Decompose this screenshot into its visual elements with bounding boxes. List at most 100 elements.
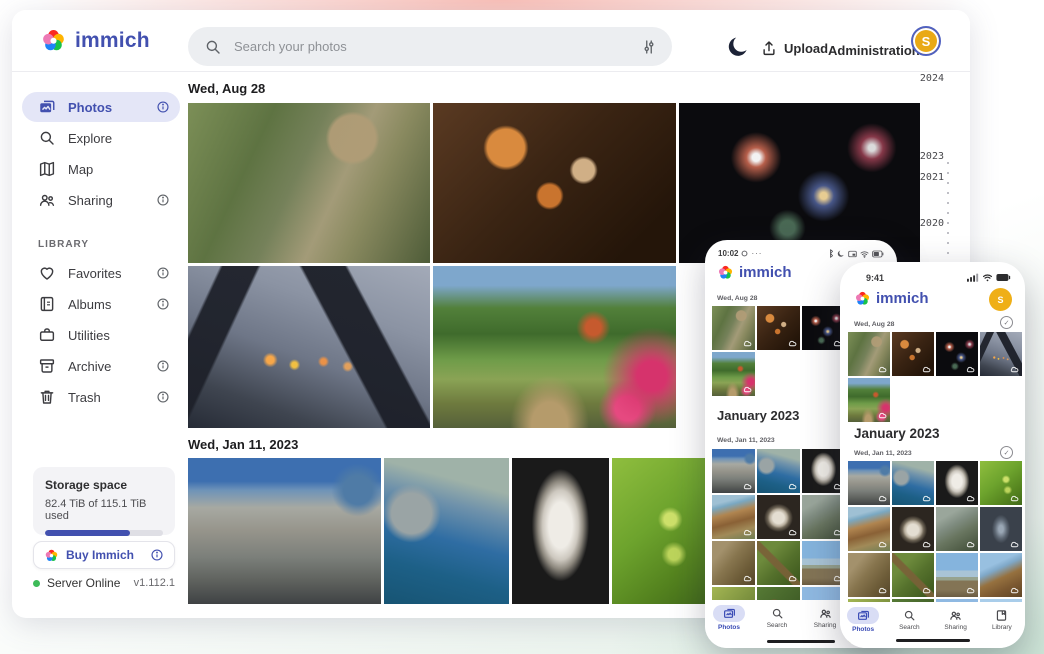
info-icon[interactable]: [156, 193, 170, 207]
photo-fireworks[interactable]: [936, 332, 978, 376]
nav-tab-photos[interactable]: Photos: [709, 605, 749, 631]
photo-catkins[interactable]: [612, 458, 706, 604]
user-avatar[interactable]: S: [989, 288, 1012, 311]
photo-fort[interactable]: [892, 461, 934, 505]
photo-zoo[interactable]: [712, 306, 755, 350]
sidebar-item-trash[interactable]: Trash: [22, 382, 180, 412]
photo-hands[interactable]: [188, 266, 430, 428]
cloud-backup-icon: [966, 586, 975, 595]
nav-tab-label: Sharing: [813, 622, 837, 629]
info-icon[interactable]: [156, 359, 170, 373]
info-icon[interactable]: [150, 548, 164, 562]
photo-row: [848, 378, 1022, 422]
sidebar-item-archive[interactable]: Archive: [22, 351, 180, 381]
photo-cliff[interactable]: [848, 507, 890, 551]
photo-tower[interactable]: [936, 553, 978, 597]
photo-ruins[interactable]: [802, 495, 845, 539]
utilities-icon: [39, 328, 55, 341]
photo-dinner[interactable]: [757, 306, 800, 350]
photo-path[interactable]: [433, 266, 676, 428]
scrubber-year[interactable]: 2020: [892, 218, 944, 229]
photo-zoo[interactable]: [848, 332, 890, 376]
scrubber-year[interactable]: 2024: [892, 73, 944, 84]
info-icon[interactable]: [156, 390, 170, 404]
sidebar-label: Albums: [68, 296, 112, 312]
immich-logo: immich: [717, 264, 792, 281]
select-all-check-icon[interactable]: ✓: [1000, 446, 1013, 459]
photo-lizards[interactable]: [712, 541, 755, 585]
scrubber-year[interactable]: 2023: [892, 151, 944, 162]
nav-tab-photos[interactable]: Photos: [843, 607, 883, 633]
nav-tab-library[interactable]: Library: [982, 607, 1022, 631]
administration-link[interactable]: Administration: [828, 43, 920, 58]
photo-rock[interactable]: [892, 507, 934, 551]
info-icon[interactable]: [156, 297, 170, 311]
date-group-header: Wed, Aug 28: [717, 295, 758, 302]
nav-tab-sharing[interactable]: Sharing: [805, 605, 845, 629]
photo-fireworks[interactable]: [679, 103, 920, 263]
sidebar-item-explore[interactable]: Explore: [22, 123, 180, 153]
photo-walls[interactable]: [712, 449, 755, 493]
sidebar-item-utilities[interactable]: Utilities: [22, 320, 180, 350]
sidebar-label: Explore: [68, 130, 113, 146]
cloud-backup-icon: [922, 494, 931, 503]
upload-button[interactable]: Upload: [760, 39, 828, 57]
photo-rock[interactable]: [757, 495, 800, 539]
photo-tower[interactable]: [802, 541, 845, 585]
nav-tab-label: Photos: [717, 624, 741, 631]
photo-fort[interactable]: [384, 458, 509, 604]
immich-logo[interactable]: immich: [40, 27, 150, 54]
buy-immich-button[interactable]: Buy Immich: [33, 541, 175, 569]
search-filter-icon[interactable]: [640, 38, 658, 56]
photos-icon: [40, 100, 55, 113]
photo-cliff[interactable]: [712, 495, 755, 539]
photo-path[interactable]: [712, 352, 755, 396]
photo-fountain[interactable]: [980, 507, 1022, 551]
date-group-header: Wed, Jan 11, 2023: [717, 437, 775, 444]
photo-path[interactable]: [848, 378, 890, 422]
sidebar-label: Photos: [68, 99, 113, 115]
photo-lizard2[interactable]: [892, 553, 934, 597]
photo-walls[interactable]: [848, 461, 890, 505]
photo-statue[interactable]: [512, 458, 609, 604]
photo-dinner[interactable]: [892, 332, 934, 376]
select-all-check-icon[interactable]: ✓: [1000, 316, 1013, 329]
photo-lizards[interactable]: [848, 553, 890, 597]
nav-tab-search[interactable]: Search: [757, 605, 797, 629]
cloud-backup-icon: [1010, 586, 1019, 595]
sidebar-item-albums[interactable]: Albums: [22, 289, 180, 319]
brand-wordmark: immich: [739, 264, 792, 281]
photo-fort[interactable]: [757, 449, 800, 493]
scrubber-year[interactable]: 2021: [892, 172, 944, 183]
photo-walls[interactable]: [188, 458, 381, 604]
sidebar-label: Utilities: [68, 327, 110, 343]
photo-statue[interactable]: [936, 461, 978, 505]
photo-catkins[interactable]: [980, 461, 1022, 505]
upload-icon: [763, 41, 775, 56]
search-input[interactable]: [234, 39, 628, 54]
sidebar-item-map[interactable]: Map: [22, 154, 180, 184]
storage-progress-fill: [45, 530, 130, 536]
search-bar[interactable]: [188, 27, 672, 66]
photo-lizard2[interactable]: [757, 541, 800, 585]
user-avatar[interactable]: S: [911, 26, 941, 56]
photo-hands[interactable]: [980, 332, 1022, 376]
info-icon[interactable]: [156, 266, 170, 280]
info-icon[interactable]: [156, 100, 170, 114]
status-more-icon: ···: [751, 249, 763, 258]
photo-zoo[interactable]: [188, 103, 430, 263]
photo-ruins[interactable]: [936, 507, 978, 551]
photo-statue[interactable]: [802, 449, 845, 493]
sidebar-item-photos[interactable]: Photos: [22, 92, 180, 122]
photo-dinner[interactable]: [433, 103, 676, 263]
sidebar-item-favorites[interactable]: Favorites: [22, 258, 180, 288]
photo-wood[interactable]: [980, 553, 1022, 597]
nav-tab-label: Search: [766, 622, 788, 629]
photo-fireworks[interactable]: [802, 306, 845, 350]
library-icon: [997, 610, 1007, 621]
nav-tab-sharing[interactable]: Sharing: [936, 607, 976, 631]
sidebar-item-sharing[interactable]: Sharing: [22, 185, 180, 215]
app-header: immich Upload Administration S: [12, 10, 970, 72]
nav-tab-search[interactable]: Search: [889, 607, 929, 631]
dark-mode-toggle-moon-icon[interactable]: [726, 35, 750, 59]
